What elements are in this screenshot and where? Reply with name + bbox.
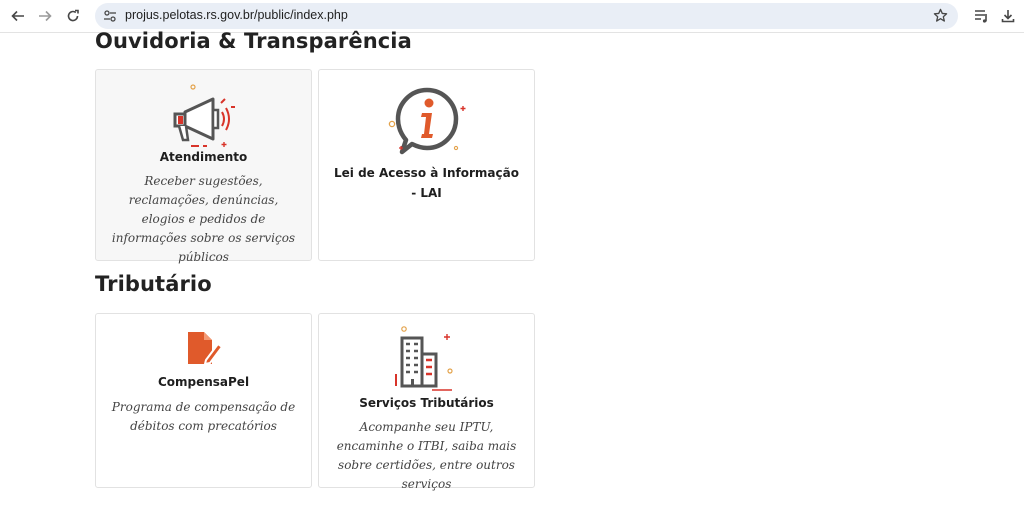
forward-button[interactable] bbox=[34, 5, 56, 27]
section-title-tributario: Tributário bbox=[95, 272, 212, 296]
playlist-icon bbox=[974, 10, 987, 23]
arrow-right-icon bbox=[39, 10, 52, 22]
downloads-button[interactable] bbox=[997, 5, 1019, 27]
reading-list-button[interactable] bbox=[970, 5, 992, 27]
address-bar[interactable]: projus.pelotas.rs.gov.br/public/index.ph… bbox=[95, 3, 958, 29]
reload-button[interactable] bbox=[62, 5, 84, 27]
site-info-icon[interactable] bbox=[103, 9, 117, 23]
back-button[interactable] bbox=[7, 5, 29, 27]
megaphone-icon bbox=[173, 84, 235, 147]
buildings-icon bbox=[394, 326, 453, 391]
card-description: Receber sugestões, reclamações, denúncia… bbox=[111, 174, 296, 264]
card-compensapel[interactable]: CompensaPel Programa de compensação de d… bbox=[95, 313, 312, 488]
section-title-ouvidoria: Ouvidoria & Transparência bbox=[95, 29, 412, 53]
document-edit-icon bbox=[187, 332, 223, 366]
bookmark-star-icon[interactable] bbox=[933, 8, 948, 23]
reload-icon bbox=[67, 9, 79, 22]
arrow-left-icon bbox=[11, 10, 24, 22]
card-title: Lei de Acesso à Informação - LAI bbox=[334, 166, 519, 200]
card-description: Programa de compensação de débitos com p… bbox=[111, 400, 296, 433]
card-description: Acompanhe seu IPTU, encaminhe o ITBI, sa… bbox=[336, 420, 517, 491]
card-servicos-tributarios[interactable]: Serviços Tributários Acompanhe seu IPTU,… bbox=[318, 313, 535, 491]
card-atendimento[interactable]: Atendimento Receber sugestões, reclamaçõ… bbox=[95, 69, 312, 264]
card-title: CompensaPel bbox=[157, 375, 250, 389]
card-title: Serviços Tributários bbox=[359, 396, 494, 410]
download-icon bbox=[1001, 10, 1015, 23]
card-lai[interactable]: Lei de Acesso à Informação - LAI bbox=[318, 69, 535, 261]
info-bubble-icon bbox=[388, 87, 465, 155]
card-title: Atendimento bbox=[159, 150, 248, 164]
url-text[interactable]: projus.pelotas.rs.gov.br/public/index.ph… bbox=[125, 8, 348, 22]
